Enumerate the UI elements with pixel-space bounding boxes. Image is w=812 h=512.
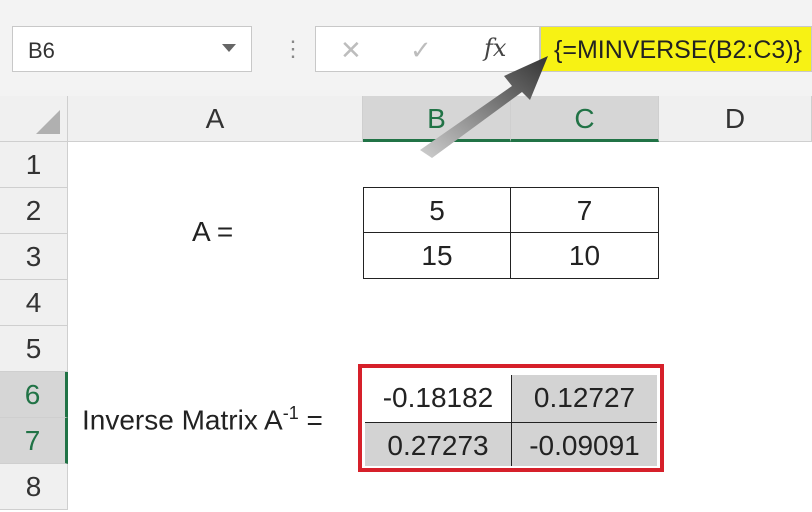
annotation-arrow-icon (420, 56, 548, 158)
